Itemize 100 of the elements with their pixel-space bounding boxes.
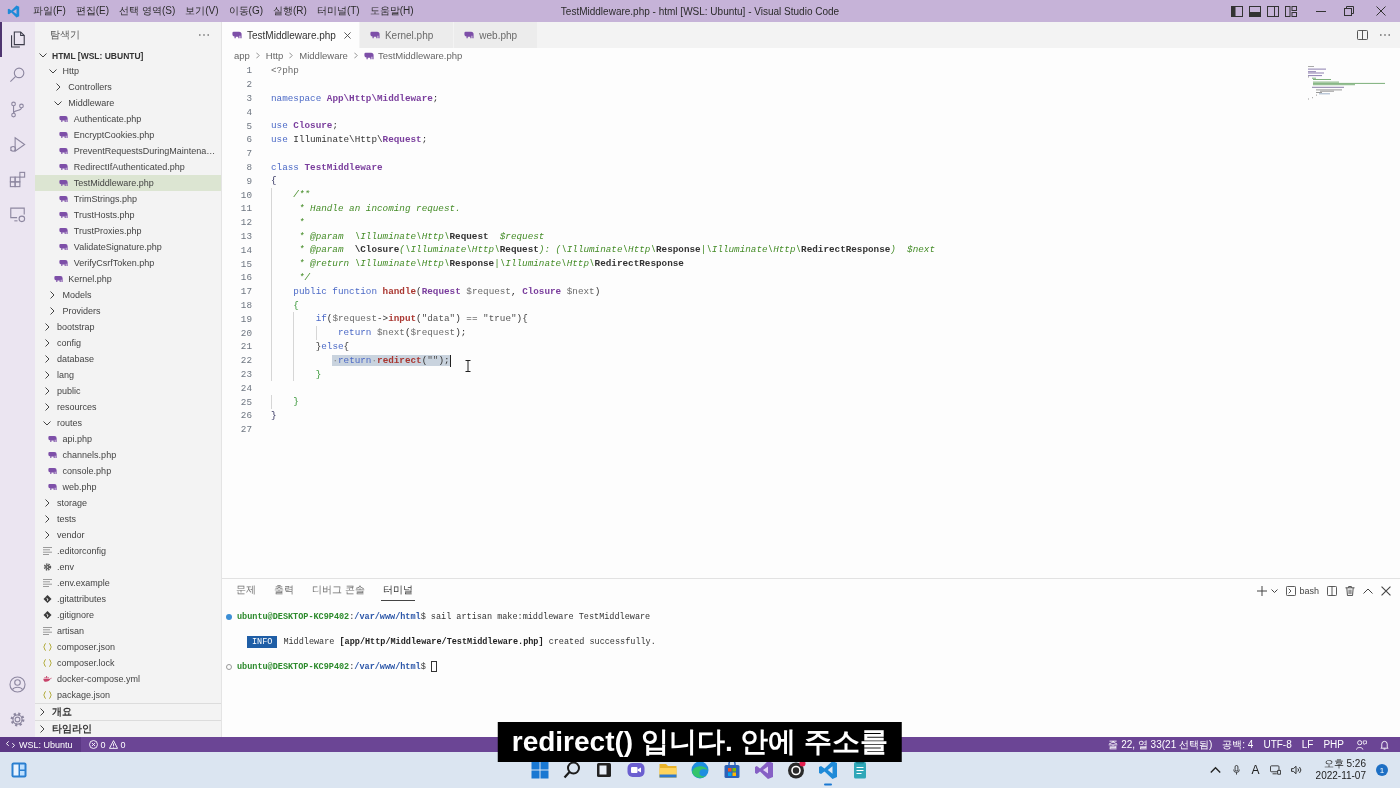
speaker-icon[interactable]: [1290, 765, 1302, 775]
code-editor-icon[interactable]: [818, 760, 838, 786]
editor-tab[interactable]: web.php: [454, 22, 539, 48]
workspace-header[interactable]: HTML [WSL: UBUNTU]: [35, 48, 221, 63]
file-item[interactable]: PreventRequestsDuringMaintena…: [35, 143, 221, 159]
breadcrumb-item[interactable]: TestMiddleware.php: [363, 50, 463, 61]
status-item[interactable]: 줄 22, 열 33(21 선택됨): [1108, 738, 1213, 751]
menu-item[interactable]: 파일(F): [28, 4, 71, 18]
close-icon[interactable]: [1381, 586, 1391, 596]
file-item[interactable]: TestMiddleware.php: [35, 175, 221, 191]
monitor-icon[interactable]: [1269, 765, 1281, 775]
start-icon[interactable]: [530, 760, 550, 780]
folder-item[interactable]: Middleware: [35, 95, 221, 111]
folder-item[interactable]: lang: [35, 367, 221, 383]
status-item[interactable]: LF: [1301, 738, 1314, 751]
panel-tab[interactable]: 터미널: [380, 581, 415, 601]
folder-item[interactable]: config: [35, 335, 221, 351]
chevron-down-icon[interactable]: [1271, 589, 1279, 593]
microphone-icon[interactable]: [1230, 765, 1242, 775]
file-item[interactable]: docker-compose.yml: [35, 671, 221, 687]
task-view-icon[interactable]: [594, 760, 614, 780]
folder-item[interactable]: Providers: [35, 303, 221, 319]
notification-badge[interactable]: 1: [1376, 764, 1388, 776]
plus-icon[interactable]: [1257, 586, 1268, 596]
split-editor-icon[interactable]: [1357, 30, 1368, 40]
panel-tab[interactable]: 디버그 콘솔: [310, 581, 367, 601]
file-item[interactable]: TrimStrings.php: [35, 191, 221, 207]
folder-item[interactable]: Http: [35, 63, 221, 79]
file-item[interactable]: channels.php: [35, 447, 221, 463]
close-icon[interactable]: [343, 31, 351, 39]
chevron-up-icon[interactable]: [1363, 586, 1373, 596]
breadcrumb-item[interactable]: app: [234, 50, 250, 61]
right-panel-toggle-icon[interactable]: [1267, 5, 1279, 17]
menu-item[interactable]: 실행(R): [268, 4, 312, 18]
status-item[interactable]: 공백: 4: [1222, 738, 1254, 751]
status-item[interactable]: UTF-8: [1263, 738, 1292, 751]
clock-time[interactable]: 오후 5:26: [1323, 758, 1366, 770]
menu-item[interactable]: 편집(E): [70, 4, 115, 18]
browser-icon[interactable]: [690, 760, 710, 780]
command-success-dot-icon[interactable]: [226, 614, 232, 621]
file-item[interactable]: ValidateSignature.php: [35, 239, 221, 255]
file-item[interactable]: VerifyCsrfToken.php: [35, 255, 221, 271]
folder-item[interactable]: public: [35, 383, 221, 399]
file-item[interactable]: Authenticate.php: [35, 111, 221, 127]
layout-grid-icon[interactable]: [1285, 5, 1297, 17]
breadcrumb-item[interactable]: Http: [265, 50, 284, 61]
menu-item[interactable]: 터미널(T): [311, 4, 365, 18]
file-item[interactable]: Kernel.php: [35, 271, 221, 287]
split-terminal-icon[interactable]: [1327, 586, 1337, 596]
store-icon[interactable]: [722, 760, 742, 780]
file-item[interactable]: artisan: [35, 623, 221, 639]
folder-item[interactable]: resources: [35, 399, 221, 415]
remote-indicator[interactable]: WSL: Ubuntu: [0, 737, 81, 752]
left-panel-toggle-icon[interactable]: [1231, 5, 1243, 17]
trash-icon[interactable]: [1345, 586, 1355, 596]
problems-indicator[interactable]: 0 0: [82, 737, 132, 752]
folder-item[interactable]: storage: [35, 495, 221, 511]
ribbon-logo-icon[interactable]: [754, 760, 774, 780]
search-icon[interactable]: [562, 760, 582, 780]
file-item[interactable]: TrustProxies.php: [35, 223, 221, 239]
file-item[interactable]: console.php: [35, 463, 221, 479]
folder-item[interactable]: Controllers: [35, 79, 221, 95]
bell-icon[interactable]: [1379, 739, 1390, 750]
folder-item[interactable]: routes: [35, 415, 221, 431]
file-item[interactable]: TrustHosts.php: [35, 207, 221, 223]
menu-item[interactable]: 선택 영역(S): [114, 4, 181, 18]
status-item[interactable]: PHP: [1323, 738, 1344, 751]
file-item[interactable]: composer.lock: [35, 655, 221, 671]
file-item[interactable]: RedirectIfAuthenticated.php: [35, 159, 221, 175]
feedback-icon[interactable]: [1356, 739, 1367, 750]
breadcrumb-item[interactable]: Middleware: [299, 50, 348, 61]
file-item[interactable]: .env: [35, 559, 221, 575]
terminal-selector[interactable]: bash: [1286, 586, 1319, 596]
folder-item[interactable]: vendor: [35, 527, 221, 543]
panel-tab[interactable]: 출력: [272, 581, 296, 601]
menu-item[interactable]: 이동(G): [223, 4, 269, 18]
bottom-panel-toggle-icon[interactable]: [1249, 5, 1261, 17]
video-chat-icon[interactable]: [626, 760, 646, 780]
folder-item[interactable]: tests: [35, 511, 221, 527]
file-item[interactable]: .editorconfig: [35, 543, 221, 559]
file-item[interactable]: .env.example: [35, 575, 221, 591]
input-indicator[interactable]: A: [1251, 763, 1260, 777]
editor-tab[interactable]: TestMiddleware.php: [222, 22, 360, 48]
file-item[interactable]: EncryptCookies.php: [35, 127, 221, 143]
menu-item[interactable]: 보기(V): [180, 4, 224, 18]
folder-item[interactable]: Models: [35, 287, 221, 303]
chevron-up-icon[interactable]: [1209, 765, 1221, 775]
file-item[interactable]: .gitignore: [35, 607, 221, 623]
file-item[interactable]: web.php: [35, 479, 221, 495]
section-header[interactable]: 개요: [35, 703, 221, 720]
menu-item[interactable]: 도움말(H): [364, 4, 419, 18]
file-item[interactable]: api.php: [35, 431, 221, 447]
folder-item[interactable]: database: [35, 351, 221, 367]
panel-tab[interactable]: 문제: [234, 581, 258, 601]
file-item[interactable]: package.json: [35, 687, 221, 703]
file-item[interactable]: composer.json: [35, 639, 221, 655]
widgets-icon[interactable]: [11, 762, 27, 778]
folder-item[interactable]: bootstrap: [35, 319, 221, 335]
clock-date[interactable]: 2022-11-07: [1315, 770, 1366, 782]
file-item[interactable]: .gitattributes: [35, 591, 221, 607]
